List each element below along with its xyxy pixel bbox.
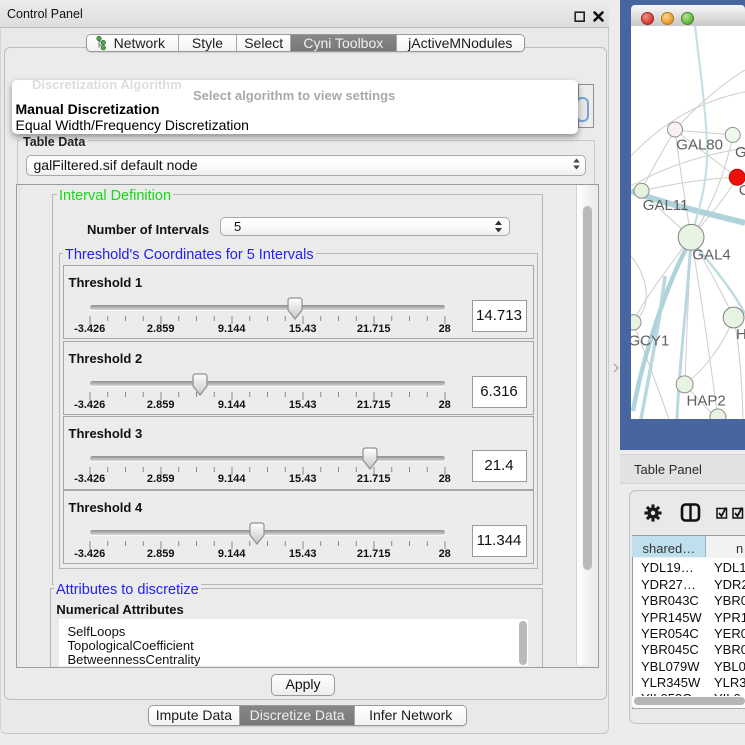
svg-text:H: H (736, 326, 745, 343)
svg-text:HAP2: HAP2 (687, 393, 726, 410)
svg-text:GAL80: GAL80 (676, 137, 723, 154)
svg-text:C: C (739, 182, 745, 199)
svg-text:GCY1: GCY1 (631, 332, 669, 349)
svg-text:GAL11: GAL11 (643, 197, 689, 214)
svg-text:GAL4: GAL4 (692, 247, 730, 264)
svg-text:G.: G. (735, 144, 745, 161)
